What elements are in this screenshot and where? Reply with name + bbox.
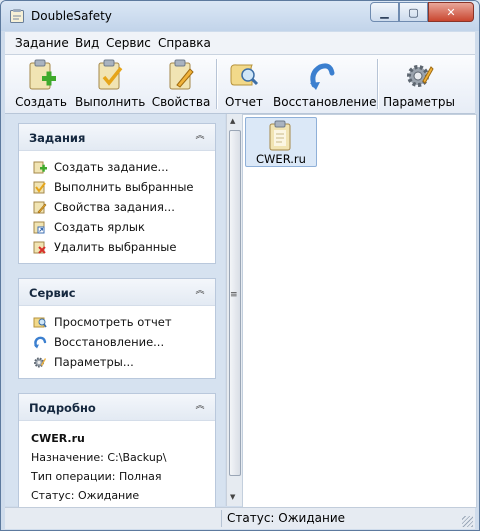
maximize-icon: ▢ bbox=[408, 5, 419, 19]
run-icon bbox=[33, 181, 46, 194]
task-label: Параметры... bbox=[54, 355, 134, 369]
toolbar: Создать Выполнить Свойства Отчет Восстан… bbox=[5, 55, 475, 114]
minimize-icon: ▁ bbox=[380, 5, 389, 19]
tasks-group-header[interactable]: Задания ︽ bbox=[19, 124, 215, 151]
collapse-icon[interactable]: ︽ bbox=[193, 284, 207, 298]
service-group: Сервис ︽ Просмотреть отчет Восстановлени… bbox=[18, 278, 216, 379]
window-title: DoubleSafety bbox=[31, 9, 112, 23]
report-button[interactable]: Отчет bbox=[222, 57, 266, 111]
report-label: Отчет bbox=[225, 95, 263, 109]
menu-bar: Задание Вид Сервис Справка bbox=[5, 32, 475, 55]
gear-icon bbox=[407, 65, 434, 87]
status-divider bbox=[221, 510, 222, 527]
task-label: Просмотреть отчет bbox=[54, 315, 172, 329]
run-icon bbox=[98, 59, 123, 90]
task-create-shortcut[interactable]: Создать ярлык bbox=[33, 218, 145, 236]
close-button[interactable]: ✕ bbox=[428, 2, 474, 22]
details-name: CWER.ru bbox=[31, 432, 85, 445]
app-icon bbox=[10, 9, 24, 23]
restore-icon bbox=[34, 336, 47, 349]
tasks-group-title: Задания bbox=[29, 131, 86, 145]
settings-label: Параметры bbox=[383, 95, 455, 109]
tasks-group: Задания ︽ Создать задание... Выполнить в… bbox=[18, 123, 216, 264]
report-icon bbox=[230, 64, 259, 86]
create-icon bbox=[29, 59, 56, 90]
task-run-selected[interactable]: Выполнить выбранные bbox=[33, 178, 194, 196]
task-item-label: CWER.ru bbox=[256, 152, 306, 166]
minimize-button[interactable]: ▁ bbox=[370, 2, 399, 22]
task-label: Удалить выбранные bbox=[54, 240, 177, 254]
close-icon: ✕ bbox=[446, 5, 456, 19]
properties-icon bbox=[33, 201, 47, 214]
task-label: Восстановление... bbox=[54, 335, 165, 349]
task-settings[interactable]: Параметры... bbox=[33, 353, 134, 371]
run-label: Выполнить bbox=[75, 95, 146, 109]
create-button[interactable]: Создать bbox=[11, 57, 71, 111]
task-label: Выполнить выбранные bbox=[54, 180, 194, 194]
details-group: Подробно ︽ CWER.ru Назначение: C:\Backup… bbox=[18, 393, 216, 507]
properties-label: Свойства bbox=[151, 95, 211, 109]
task-properties[interactable]: Свойства задания... bbox=[33, 198, 175, 216]
status-bar: Статус: Ожидание bbox=[5, 507, 475, 529]
task-label: Создать ярлык bbox=[54, 220, 145, 234]
status-text: Статус: Ожидание bbox=[227, 511, 346, 525]
task-delete-selected[interactable]: Удалить выбранные bbox=[33, 238, 176, 256]
task-create-task[interactable]: Создать задание... bbox=[33, 158, 169, 176]
create-icon bbox=[33, 161, 47, 174]
delete-icon bbox=[33, 241, 46, 254]
collapse-icon[interactable]: ︽ bbox=[193, 129, 207, 143]
menu-help[interactable]: Справка bbox=[158, 36, 211, 50]
report-icon bbox=[33, 317, 47, 328]
gear-icon bbox=[34, 357, 46, 368]
shortcut-icon bbox=[33, 221, 45, 234]
task-label: Свойства задания... bbox=[54, 200, 175, 214]
title-bar[interactable]: DoubleSafety ▁ ▢ ✕ bbox=[1, 1, 479, 31]
settings-button[interactable]: Параметры bbox=[383, 57, 455, 111]
properties-button[interactable]: Свойства bbox=[151, 57, 211, 111]
create-label: Создать bbox=[15, 95, 67, 109]
grip-icon: ≡ bbox=[230, 290, 238, 300]
collapse-icon[interactable]: ︽ bbox=[193, 399, 207, 413]
properties-icon bbox=[169, 59, 194, 90]
details-operation: Тип операции: Полная bbox=[31, 470, 162, 483]
details-group-header[interactable]: Подробно ︽ bbox=[19, 394, 215, 421]
task-pane-scrollbar[interactable]: ▲ ≡ ▼ bbox=[226, 114, 242, 506]
restore-label: Восстановление bbox=[273, 95, 377, 109]
menu-service[interactable]: Сервис bbox=[106, 36, 151, 50]
task-view-report[interactable]: Просмотреть отчет bbox=[33, 313, 172, 331]
task-list-area[interactable]: CWER.ru bbox=[242, 114, 477, 508]
toolbar-separator bbox=[377, 59, 379, 109]
app-window: DoubleSafety ▁ ▢ ✕ Задание Вид Сервис Сп… bbox=[0, 0, 480, 531]
menu-task[interactable]: Задание bbox=[15, 36, 69, 50]
scrollbar-thumb[interactable] bbox=[229, 130, 241, 476]
maximize-button[interactable]: ▢ bbox=[399, 2, 428, 22]
task-pane: Задания ︽ Создать задание... Выполнить в… bbox=[5, 114, 225, 507]
resize-grip-icon[interactable] bbox=[462, 516, 473, 527]
task-restore[interactable]: Восстановление... bbox=[33, 333, 164, 351]
caption-buttons: ▁ ▢ ✕ bbox=[370, 2, 474, 22]
service-group-title: Сервис bbox=[29, 286, 76, 300]
task-label: Создать задание... bbox=[54, 160, 169, 174]
details-status: Статус: Ожидание bbox=[31, 489, 140, 502]
restore-icon bbox=[310, 63, 335, 90]
service-group-header[interactable]: Сервис ︽ bbox=[19, 279, 215, 306]
toolbar-separator bbox=[216, 59, 218, 109]
restore-button[interactable]: Восстановление bbox=[273, 57, 377, 111]
details-group-title: Подробно bbox=[29, 401, 96, 415]
scroll-down-arrow-icon[interactable]: ▼ bbox=[230, 493, 235, 501]
scroll-up-arrow-icon[interactable]: ▲ bbox=[230, 117, 235, 125]
details-destination: Назначение: C:\Backup\ bbox=[31, 451, 167, 464]
run-button[interactable]: Выполнить bbox=[75, 57, 145, 111]
task-file-icon bbox=[269, 120, 291, 151]
task-item[interactable]: CWER.ru bbox=[245, 117, 317, 167]
menu-view[interactable]: Вид bbox=[75, 36, 99, 50]
